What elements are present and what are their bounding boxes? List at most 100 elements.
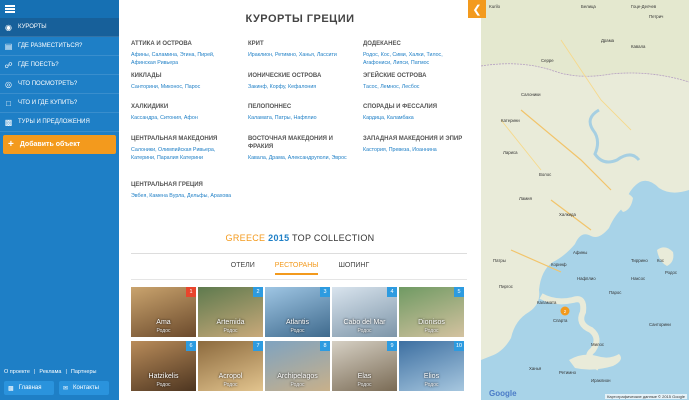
map-city-label: Родос xyxy=(665,270,678,275)
footer-links: О проекте | Реклама | Партнеры xyxy=(4,369,97,375)
add-object-button[interactable]: + Добавить объект xyxy=(3,135,116,154)
rank-badge: 6 xyxy=(186,341,196,351)
partners-link[interactable]: Партнеры xyxy=(71,369,97,375)
fork-knife-icon: ☍ xyxy=(4,60,13,70)
map-canvas[interactable]: 2 xyxy=(481,0,689,400)
restaurant-card[interactable]: 9 Elas Родос xyxy=(332,341,397,391)
restaurant-card[interactable]: 8 Archipelagos Родос xyxy=(265,341,330,391)
region-name[interactable]: ПЕЛОПОННЕС xyxy=(248,103,356,111)
sidebar-item-label: ТУРЫ И ПРЕДЛОЖЕНИЯ xyxy=(18,119,90,125)
restaurant-location: Родос xyxy=(223,382,238,388)
collection-title: GREECE 2015 TOP COLLECTION xyxy=(119,233,481,243)
region-name[interactable]: ЦЕНТРАЛЬНАЯ ГРЕЦИЯ xyxy=(131,181,239,189)
region-name[interactable]: ЦЕНТРАЛЬНАЯ МАКЕДОНИЯ xyxy=(131,135,239,143)
tab-1[interactable]: РЕСТОРАНЫ xyxy=(274,262,319,275)
region-places[interactable]: Закинф, Корфу, Кефалония xyxy=(248,83,356,91)
plus-icon: + xyxy=(8,139,14,150)
region-name[interactable]: ДОДЕКАНЕС xyxy=(363,40,471,48)
collection-country: GREECE xyxy=(225,233,266,243)
region-places[interactable]: Кассандра, Ситония, Афон xyxy=(131,114,239,122)
contacts-button[interactable]: ✉ Контакты xyxy=(59,381,109,395)
sidebar-item-label: ГДЕ ПОЕСТЬ? xyxy=(18,62,59,68)
region-places[interactable]: Кардица, Каламбака xyxy=(363,114,471,122)
map-city-label: Нафплио xyxy=(577,276,596,281)
sidebar-bottom-buttons: ▩ Главная ✉ Контакты xyxy=(4,381,109,395)
map-city-label: Белица xyxy=(581,4,596,9)
region-places[interactable]: Родос, Кос, Сими, Халки, Тилос, Агафонис… xyxy=(363,51,471,67)
map-city-label: Коринф xyxy=(551,262,567,267)
about-link[interactable]: О проекте xyxy=(4,369,30,375)
region-name[interactable]: ЗАПАДНАЯ МАКЕДОНИЯ И ЭПИР xyxy=(363,135,471,143)
map-city-label: Ламия xyxy=(519,196,532,201)
collection-tabs: ОТЕЛИ РЕСТОРАНЫ ШОПИНГ xyxy=(119,262,481,275)
restaurant-card[interactable]: 7 Acropol Родос xyxy=(198,341,263,391)
region-places[interactable]: Санторини, Миконос, Парос xyxy=(131,83,239,91)
restaurant-name: Atlantis xyxy=(286,319,309,326)
region-name[interactable]: ЭГЕЙСКИЕ ОСТРОВА xyxy=(363,72,471,80)
region-name[interactable]: КРИТ xyxy=(248,40,356,48)
map-marker[interactable]: 2 xyxy=(560,306,570,316)
restaurant-location: Родос xyxy=(156,382,171,388)
collapse-map-button[interactable]: ❮ xyxy=(468,0,486,18)
map-city-label: Салоники xyxy=(521,92,541,97)
region-name[interactable]: ВОСТОЧНАЯ МАКЕДОНИЯ И ФРАКИЯ xyxy=(248,135,356,151)
region-places[interactable]: Ираклион, Ретимно, Ханья, Лассити xyxy=(248,51,356,59)
restaurant-location: Родос xyxy=(424,328,439,334)
region-places[interactable]: Кастория, Превеза, Иоаннина xyxy=(363,146,471,154)
map-city-label: Ханья xyxy=(529,366,542,371)
restaurant-location: Родос xyxy=(156,328,171,334)
home-button[interactable]: ▩ Главная xyxy=(4,381,54,395)
restaurant-name: Acropol xyxy=(218,373,243,380)
region-block: АТТИКА И ОСТРОВА Афины, Саламина, Эгина, … xyxy=(131,40,239,67)
sidebar-item-2[interactable]: ☍ ГДЕ ПОЕСТЬ? xyxy=(0,56,119,75)
tab-0[interactable]: ОТЕЛИ xyxy=(231,262,255,275)
main-content: КУРОРТЫ ГРЕЦИИ АТТИКА И ОСТРОВА Афины, Са… xyxy=(119,0,481,400)
region-block: ЗАПАДНАЯ МАКЕДОНИЯ И ЭПИР Кастория, Преве… xyxy=(363,135,471,154)
restaurant-name: Hatzikelis xyxy=(148,373,179,380)
map-city-label: Ретимно xyxy=(559,370,577,375)
restaurant-card[interactable]: 5 Dionisos Родос xyxy=(399,287,464,337)
restaurant-name: Artemida xyxy=(216,319,245,326)
restaurant-card[interactable]: 4 Cabo del Mar Родос xyxy=(332,287,397,337)
region-name[interactable]: ХАЛКИДИКИ xyxy=(131,103,239,111)
region-name[interactable]: КИКЛАДЫ xyxy=(131,72,239,80)
restaurant-location: Родос xyxy=(357,328,372,334)
sidebar-item-3[interactable]: ◎ ЧТО ПОСМОТРЕТЬ? xyxy=(0,75,119,94)
restaurant-card[interactable]: 3 Atlantis Родос xyxy=(265,287,330,337)
map-city-label: Парос xyxy=(609,290,622,295)
region-places[interactable]: Салоники, Олимпийская Ривьера, Катерини,… xyxy=(131,146,239,162)
restaurant-card[interactable]: 6 Hatzikelis Родос xyxy=(131,341,196,391)
region-name[interactable]: ИОНИЧЕСКИЕ ОСТРОВА xyxy=(248,72,356,80)
map[interactable]: 2 Kurilo Белица Гоце-Делчев Петрич Кавала Дра… xyxy=(481,0,689,400)
map-city-label: Милос xyxy=(591,342,605,347)
app-root: ◉ КУРОРТЫ ▤ ГДЕ РАЗМЕСТИТЬСЯ? ☍ ГДЕ ПОЕСТЬ? ◎ Ч… xyxy=(0,0,689,400)
sidebar-item-4[interactable]: □ ЧТО И ГДЕ КУПИТЬ? xyxy=(0,94,119,113)
region-places[interactable]: Каламата, Патры, Нафплио xyxy=(248,114,356,122)
tab-2[interactable]: ШОПИНГ xyxy=(338,262,369,275)
restaurant-name: Dionisos xyxy=(418,319,445,326)
sidebar-item-1[interactable]: ▤ ГДЕ РАЗМЕСТИТЬСЯ? xyxy=(0,37,119,56)
region-name[interactable]: АТТИКА И ОСТРОВА xyxy=(131,40,239,48)
contacts-label: Контакты xyxy=(73,385,99,391)
region-block: ЭГЕЙСКИЕ ОСТРОВА Тасос, Лемнос, Лесбос xyxy=(363,72,471,91)
ads-link[interactable]: Реклама xyxy=(39,369,61,375)
region-places[interactable]: Тасос, Лемнос, Лесбос xyxy=(363,83,471,91)
restaurant-card[interactable]: 1 Ama Родос xyxy=(131,287,196,337)
region-name[interactable]: СПОРАДЫ И ФЕССАЛИЯ xyxy=(363,103,471,111)
rank-badge: 9 xyxy=(387,341,397,351)
map-city-label: Кос xyxy=(657,258,665,263)
region-places[interactable]: Эвбея, Камена Вурла, Дельфы, Арахова xyxy=(131,192,239,200)
restaurant-card[interactable]: 2 Artemida Родос xyxy=(198,287,263,337)
region-block: КИКЛАДЫ Санторини, Миконос, Парос xyxy=(131,72,239,91)
sidebar-item-0[interactable]: ◉ КУРОРТЫ xyxy=(0,18,119,37)
sidebar-item-5[interactable]: ▩ ТУРЫ И ПРЕДЛОЖЕНИЯ xyxy=(0,113,119,132)
region-places[interactable]: Афины, Саламина, Эгина, Пирей, Афинская … xyxy=(131,51,239,67)
hamburger-menu-icon[interactable] xyxy=(5,5,15,13)
divider xyxy=(131,279,467,280)
map-city-label: Кавала xyxy=(631,44,646,49)
region-places[interactable]: Кавала, Драма, Александруполи, Эврос xyxy=(248,154,356,162)
map-city-label: Спарта xyxy=(553,318,568,323)
map-city-label: Гоце-Делчев xyxy=(631,4,657,9)
restaurant-card[interactable]: 10 Elios Родос xyxy=(399,341,464,391)
map-city-label: Тиррино xyxy=(631,258,648,263)
